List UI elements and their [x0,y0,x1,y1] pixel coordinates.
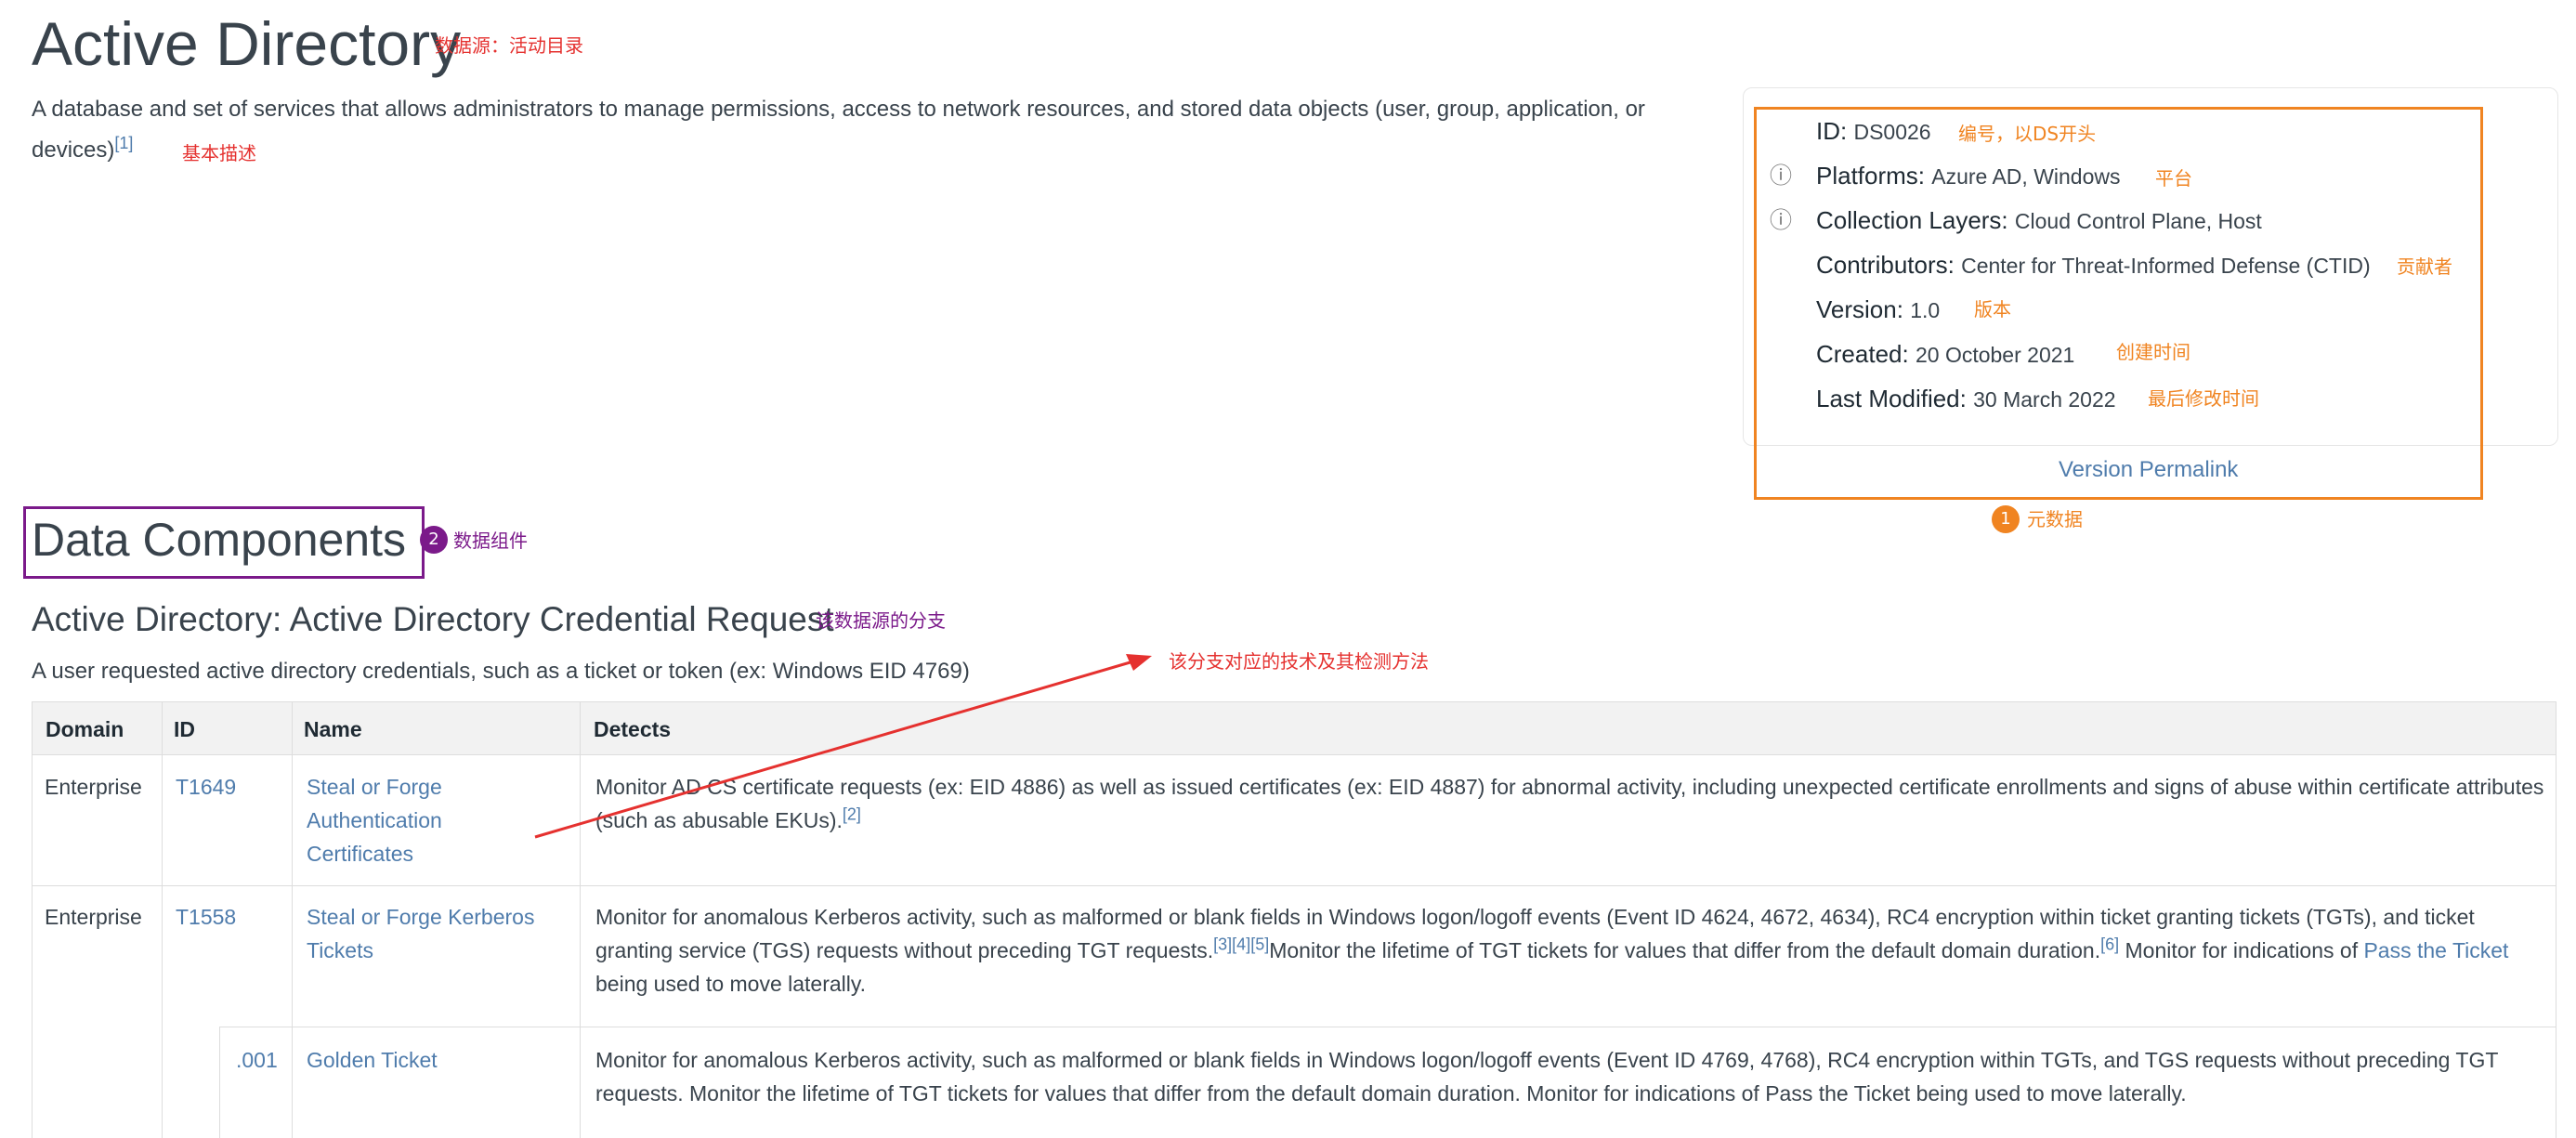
annotation-arrow [534,654,1152,839]
arrow-line [534,660,1134,839]
arrow-head [1126,654,1152,671]
